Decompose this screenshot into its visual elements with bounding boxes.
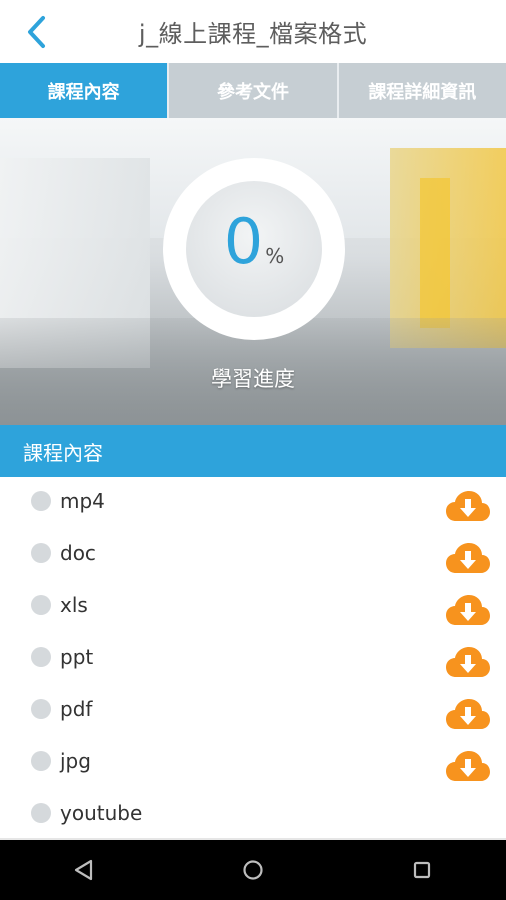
item-label: youtube — [60, 801, 143, 825]
status-dot-icon — [31, 491, 51, 511]
item-label: mp4 — [60, 489, 105, 513]
item-label: xls — [60, 593, 88, 617]
section-header: 課程內容 — [0, 425, 506, 477]
progress-label: 學習進度 — [211, 367, 295, 391]
list-item[interactable]: youtube — [0, 789, 506, 841]
tab-course-content[interactable]: 課程內容 — [0, 63, 170, 118]
page-title: j_線上課程_檔案格式 — [138, 20, 368, 48]
system-nav-bar — [0, 840, 506, 900]
download-icon[interactable] — [445, 646, 491, 680]
progress-unit: % — [265, 244, 285, 268]
back-triangle-icon — [75, 859, 93, 881]
app-header: j_線上課程_檔案格式 — [0, 0, 506, 63]
list-item[interactable]: ppt — [0, 633, 506, 685]
chevron-left-icon — [28, 16, 45, 48]
item-label: pdf — [60, 697, 93, 721]
list-item[interactable]: doc — [0, 529, 506, 581]
tab-reference-docs[interactable]: 參考文件 — [169, 63, 339, 118]
section-title: 課程內容 — [23, 440, 103, 465]
item-label: jpg — [60, 749, 91, 773]
progress-ring: 0 % — [163, 158, 345, 340]
download-icon[interactable] — [445, 698, 491, 732]
status-dot-icon — [31, 595, 51, 615]
background-yellow-panel-2 — [420, 178, 450, 328]
list-item[interactable]: xls — [0, 581, 506, 633]
download-icon[interactable] — [445, 542, 491, 576]
content-list: mp4 doc xls ppt pdf jpg youtube — [0, 477, 506, 841]
recents-square-icon — [413, 861, 430, 879]
tab-bar: 課程內容 參考文件 課程詳細資訊 — [0, 63, 506, 118]
progress-value: 0 — [223, 205, 264, 278]
nav-recents-button[interactable] — [392, 840, 452, 900]
item-label: ppt — [60, 645, 94, 669]
tab-course-details[interactable]: 課程詳細資訊 — [338, 63, 506, 118]
status-dot-icon — [31, 699, 51, 719]
nav-home-button[interactable] — [223, 840, 283, 900]
download-icon[interactable] — [445, 750, 491, 784]
progress-ring-inner: 0 % — [186, 181, 322, 317]
item-label: doc — [60, 541, 96, 565]
progress-banner: 0 % 學習進度 — [0, 118, 506, 425]
nav-back-button[interactable] — [54, 840, 114, 900]
list-item[interactable]: mp4 — [0, 477, 506, 529]
status-dot-icon — [31, 647, 51, 667]
status-dot-icon — [31, 543, 51, 563]
download-icon[interactable] — [445, 490, 491, 524]
list-item[interactable]: jpg — [0, 737, 506, 789]
home-circle-icon — [243, 860, 263, 880]
status-dot-icon — [31, 803, 51, 823]
download-icon[interactable] — [445, 594, 491, 628]
back-button[interactable] — [18, 14, 54, 50]
list-item[interactable]: pdf — [0, 685, 506, 737]
status-dot-icon — [31, 751, 51, 771]
